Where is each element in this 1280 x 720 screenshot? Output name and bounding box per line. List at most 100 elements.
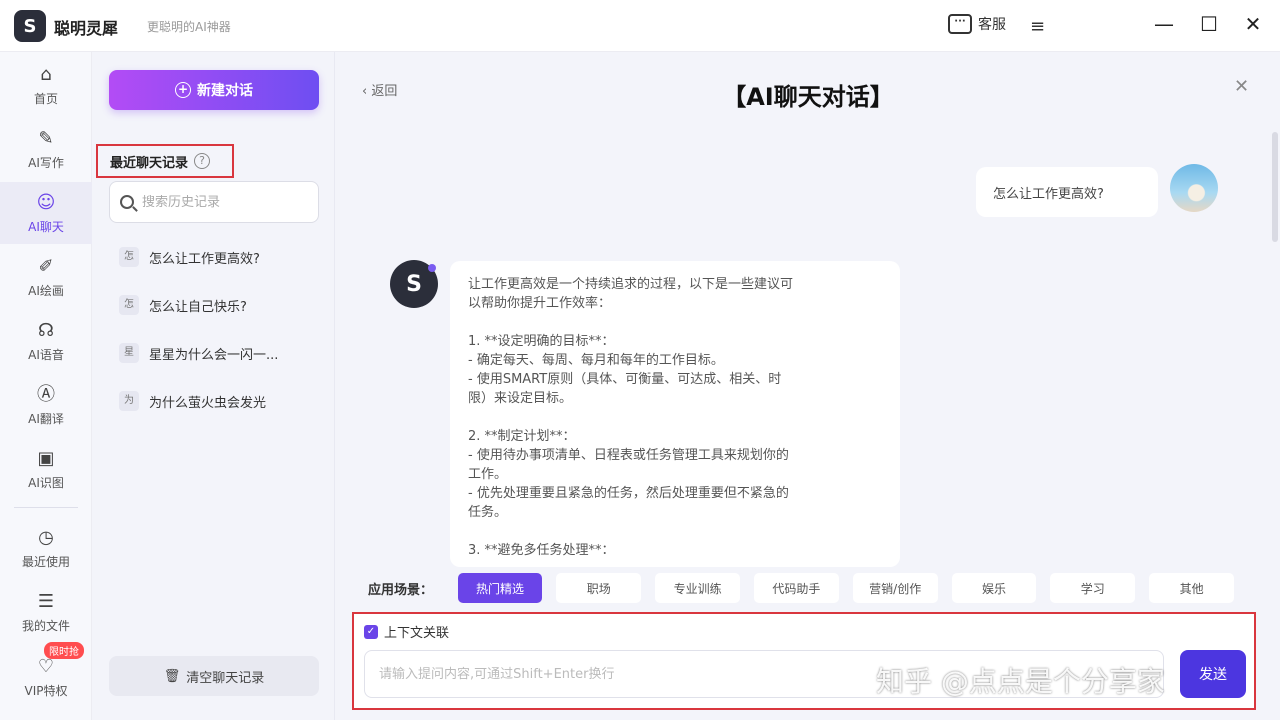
app-logo-icon: S [14, 10, 46, 42]
message-input[interactable] [364, 650, 1164, 698]
bot-message-line [468, 408, 882, 427]
nav-item-my-files[interactable]: ☰ 我的文件 [0, 581, 92, 643]
pen-icon: ✎ [38, 127, 54, 149]
user-message-bubble: 怎么让工作更高效? [976, 167, 1158, 217]
scene-tab-other[interactable]: 其他 [1149, 573, 1234, 603]
app-slogan: 更聪明的AI神器 [147, 20, 231, 34]
history-item-tag: 星 [119, 343, 139, 363]
history-item-tag: 怎 [119, 295, 139, 315]
bot-message-line: 工作。 [468, 467, 508, 482]
nav-item-home[interactable]: ⌂ 首页 [0, 54, 92, 116]
bot-message-line [468, 522, 882, 541]
scene-tab-entertainment[interactable]: 娱乐 [951, 573, 1037, 603]
bot-logo-icon: S [406, 271, 422, 297]
context-toggle[interactable]: ✓ 上下文关联 [364, 622, 449, 641]
nav-item-ai-translate[interactable]: Ⓐ AI翻译 [0, 374, 92, 436]
trash-icon: 🗑 [163, 668, 181, 684]
context-label: 上下文关联 [384, 626, 450, 641]
scene-tab-hot[interactable]: 热门精选 [457, 573, 543, 603]
bot-avatar: S [390, 260, 438, 308]
chat-main: ‹ 返回 【AI聊天对话】 ✕ 怎么让工作更高效? S 让工作更高效是一个持续追… [336, 52, 1280, 720]
status-dot [428, 264, 436, 272]
history-panel: + 新建对话 最近聊天记录 ? 怎 怎么让工作更高效? 怎 怎么让自己快乐? 星… [93, 52, 335, 720]
bot-message-line: 任务。 [468, 505, 508, 520]
nav-label: 最近使用 [21, 554, 70, 569]
menu-icon[interactable]: ≡ [1030, 16, 1045, 37]
customer-service-button[interactable]: ··· 客服 [948, 14, 1006, 34]
plus-icon: + [175, 82, 191, 98]
history-item-text: 星星为什么会一闪一... [149, 347, 279, 363]
nav-item-ai-writing[interactable]: ✎ AI写作 [0, 118, 92, 180]
checkbox-checked-icon[interactable]: ✓ [364, 624, 378, 639]
vip-badge: 限时抢 [44, 642, 84, 659]
bot-message-line: 让工作更高效是一个持续追求的过程，以下是一些建议可 [468, 277, 794, 292]
scene-bar: 应用场景： 热门精选 职场 专业训练 代码助手 营销/创作 娱乐 学习 其他 [368, 572, 1248, 604]
new-chat-label: 新建对话 [197, 83, 253, 99]
clear-history-label: 清空聊天记录 [186, 670, 265, 686]
nav-label: AI语音 [28, 347, 64, 362]
history-title: 最近聊天记录 [110, 155, 189, 171]
clear-history-button[interactable]: 🗑 清空聊天记录 [109, 656, 319, 696]
bot-message-bubble: 让工作更高效是一个持续追求的过程，以下是一些建议可 以帮助你提升工作效率： 1.… [450, 261, 900, 567]
clock-icon: ◷ [38, 526, 54, 548]
scene-tab-workplace[interactable]: 职场 [556, 573, 642, 603]
history-item[interactable]: 为 为什么萤火虫会发光 [119, 385, 319, 417]
nav-label: AI绘画 [28, 283, 64, 298]
new-chat-button[interactable]: + 新建对话 [109, 70, 319, 110]
close-window-icon[interactable]: ✕ [1240, 12, 1266, 36]
user-avatar [1170, 164, 1218, 212]
chat-icon: ··· [948, 14, 972, 34]
bot-message-line: 2. **制定计划**： [468, 429, 576, 444]
history-item-text: 为什么萤火虫会发光 [149, 395, 267, 411]
nav-label: AI翻译 [28, 411, 64, 426]
brush-icon: ✐ [38, 255, 54, 277]
nav-item-ai-chat[interactable]: ☺ AI聊天 [0, 182, 92, 244]
bot-message-line: 以帮助你提升工作效率： [468, 296, 612, 311]
scene-tab-study[interactable]: 学习 [1050, 573, 1136, 603]
history-search-input[interactable] [142, 194, 312, 210]
history-item[interactable]: 怎 怎么让工作更高效? [119, 241, 319, 273]
bot-message-line: 3. **避免多任务处理**： [468, 543, 615, 558]
search-icon [120, 195, 134, 209]
nav-divider [14, 507, 78, 508]
maximize-icon[interactable]: ☐ [1196, 12, 1222, 36]
history-search [109, 181, 319, 223]
bot-message-line: - 使用待办事项清单、日程表或任务管理工具来规划你的 [468, 448, 789, 463]
nav-label: 我的文件 [21, 618, 70, 633]
help-icon[interactable]: ? [194, 153, 211, 169]
nav-label: VIP特权 [24, 683, 68, 698]
bot-message-line: 限）来设定目标。 [468, 391, 573, 406]
composer: ✓ 上下文关联 发送 知乎 @点点是个分享家 [352, 612, 1256, 710]
send-button[interactable]: 发送 [1180, 650, 1246, 698]
scenes-label: 应用场景： [368, 582, 434, 598]
scene-tab-code[interactable]: 代码助手 [754, 573, 839, 603]
nav-item-ai-image-recognition[interactable]: ▣ AI识图 [0, 438, 92, 500]
scene-tab-training[interactable]: 专业训练 [655, 573, 740, 603]
nav-label: AI识图 [28, 475, 64, 490]
bot-message-line: - 优先处理重要且紧急的任务，然后处理重要但不紧急的 [468, 486, 789, 501]
history-item-tag: 怎 [119, 247, 139, 267]
file-icon: ☰ [37, 590, 55, 612]
minimize-icon[interactable]: — [1151, 12, 1177, 36]
nav-item-ai-painting[interactable]: ✐ AI绘画 [0, 246, 92, 308]
customer-service-label: 客服 [978, 17, 1006, 33]
nav-item-ai-voice[interactable]: ☊ AI语音 [0, 310, 92, 372]
history-title-box: 最近聊天记录 ? [96, 144, 234, 178]
history-item[interactable]: 星 星星为什么会一闪一... [119, 337, 319, 369]
history-item-text: 怎么让工作更高效? [149, 251, 260, 267]
history-item[interactable]: 怎 怎么让自己快乐? [119, 289, 319, 321]
scene-tab-marketing[interactable]: 营销/创作 [852, 573, 938, 603]
chat-bubble-icon: ☺ [36, 191, 56, 213]
nav-label: AI写作 [28, 155, 64, 170]
bot-message-line: 1. **设定明确的目标**： [468, 334, 615, 349]
bot-message-line: - 确定每天、每周、每月和每年的工作目标。 [468, 353, 724, 368]
close-icon[interactable]: ✕ [1234, 76, 1249, 97]
scrollbar[interactable] [1272, 132, 1278, 242]
translate-icon: Ⓐ [37, 383, 55, 405]
bot-message-line: - 使用SMART原则（具体、可衡量、可达成、相关、时 [468, 372, 782, 387]
side-nav: ⌂ 首页 ✎ AI写作 ☺ AI聊天 ✐ AI绘画 ☊ AI语音 Ⓐ AI翻译 … [0, 52, 92, 720]
nav-label: AI聊天 [28, 219, 64, 234]
page-title: 【AI聊天对话】 [722, 83, 894, 111]
nav-label: 首页 [33, 91, 58, 106]
nav-item-recent[interactable]: ◷ 最近使用 [0, 517, 92, 579]
